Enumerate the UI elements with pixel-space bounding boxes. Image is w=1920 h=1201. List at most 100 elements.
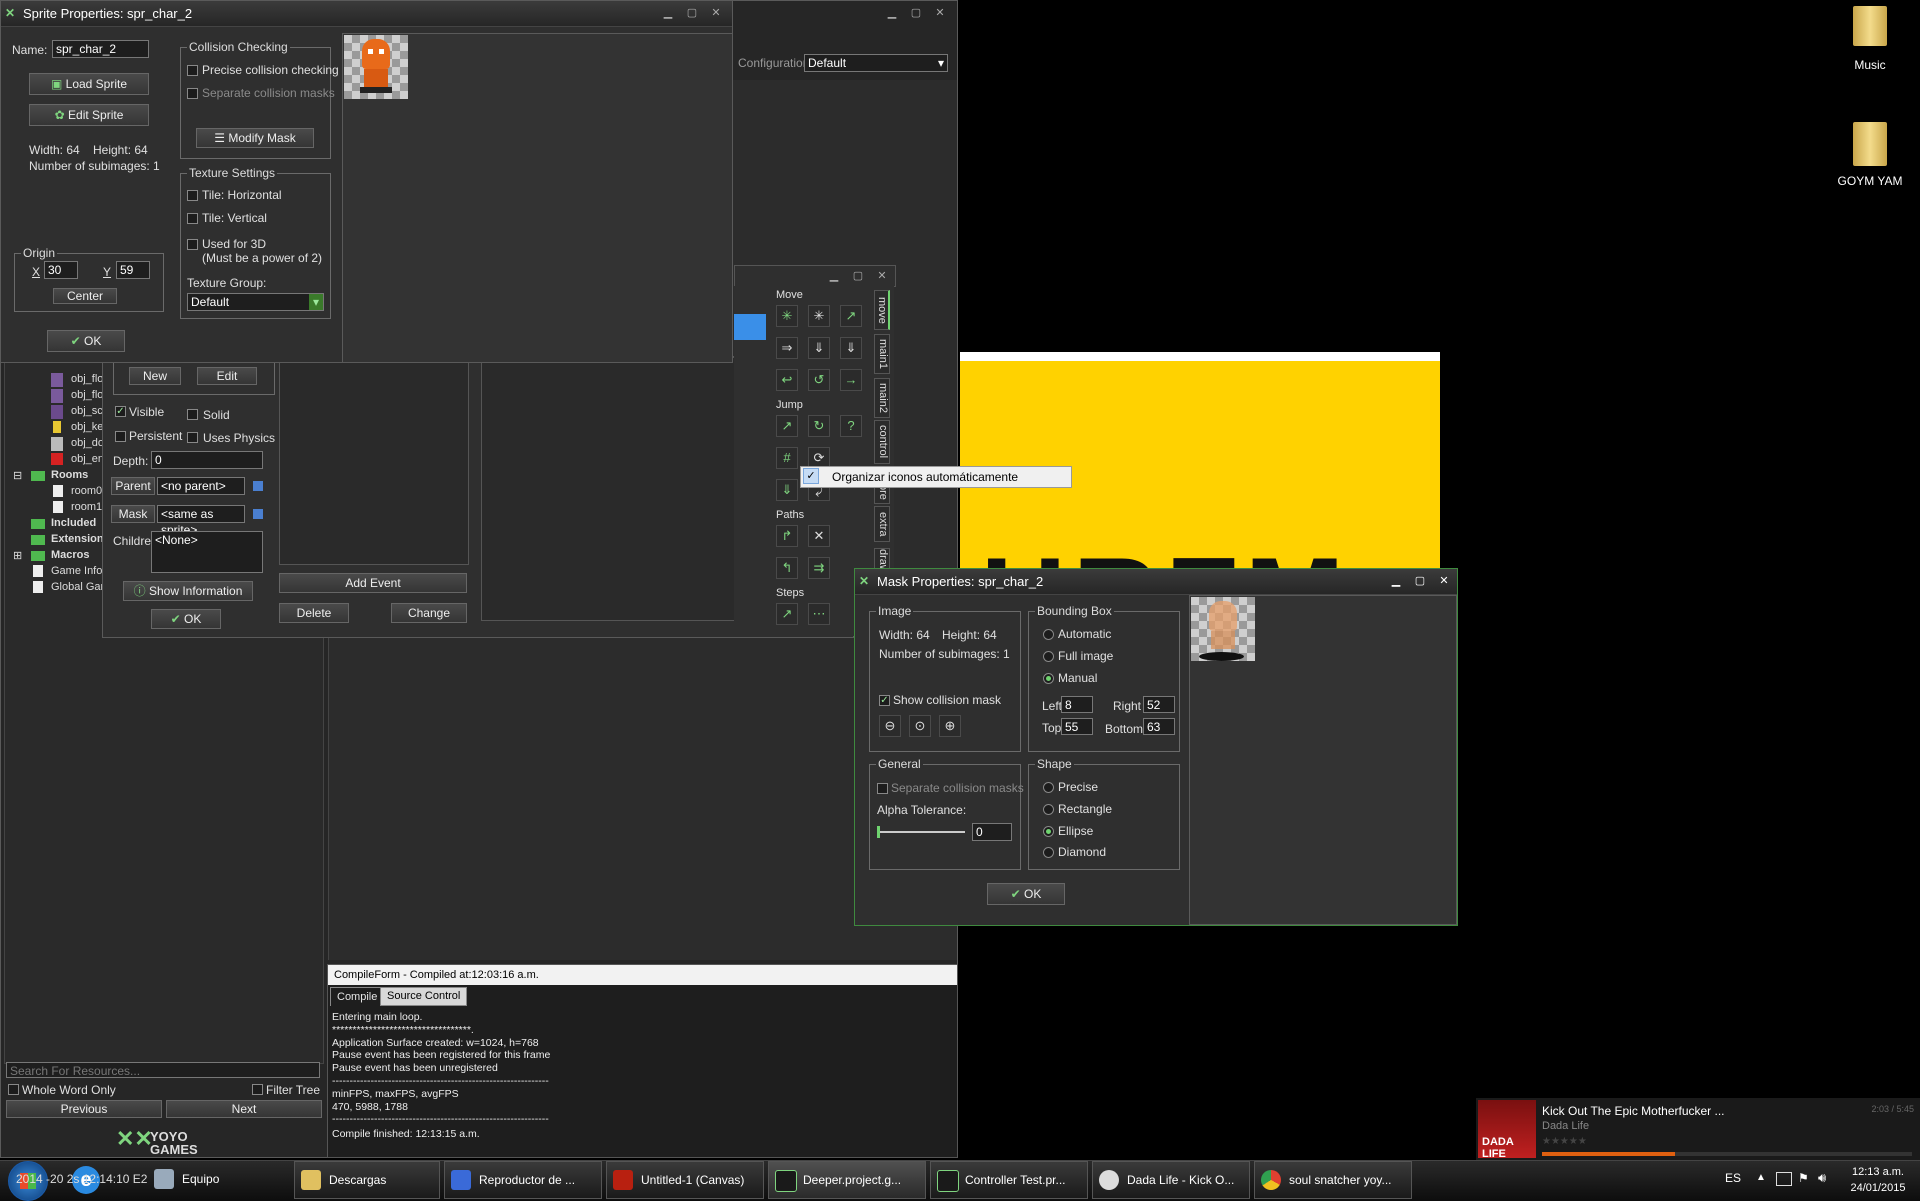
step-avoid-icon[interactable]: ⋯ [808, 603, 830, 625]
ok-button[interactable]: ✔ OK [47, 330, 125, 352]
task-descargas[interactable]: Descargas [294, 1161, 440, 1199]
top-input[interactable]: 55 [1061, 718, 1093, 735]
full-image-radio[interactable] [1043, 651, 1054, 662]
change-event-button[interactable]: Change [391, 603, 467, 623]
tree-item[interactable]: obj_flo [71, 373, 103, 385]
close-icon[interactable]: ✕ [709, 7, 723, 19]
tree-item[interactable]: obj_en [71, 453, 104, 465]
tab-main2[interactable]: main2 [874, 378, 890, 418]
mask-input[interactable]: <same as sprite> [157, 505, 245, 537]
jump-start-icon[interactable]: ↻ [808, 415, 830, 437]
origin-x-input[interactable]: 30 [44, 261, 78, 279]
minimize-icon[interactable]: ▁ [827, 270, 841, 282]
close-icon[interactable]: ✕ [875, 270, 889, 282]
used-3d-checkbox[interactable] [187, 239, 198, 250]
tree-item[interactable]: obj_ke [71, 421, 103, 433]
rectangle-radio[interactable] [1043, 804, 1054, 815]
tab-control[interactable]: control [874, 420, 890, 464]
alpha-slider[interactable] [877, 826, 965, 838]
flag-icon[interactable]: ⚑ [1798, 1171, 1809, 1185]
close-icon[interactable]: ✕ [933, 7, 947, 19]
task-deeper-project[interactable]: Deeper.project.g... [768, 1161, 926, 1199]
rating-stars[interactable]: ★★★★★ [1542, 1136, 1587, 1147]
volume-icon[interactable]: 🔊︎ [1818, 1170, 1826, 1186]
speed-h-icon[interactable]: ⇒ [776, 337, 798, 359]
clock-date[interactable]: 24/01/2015 [1840, 1182, 1916, 1194]
desktop-icon-music[interactable]: Music [1835, 6, 1905, 76]
task-reproductor[interactable]: Reproductor de ... [444, 1161, 602, 1199]
tree-folder-macros[interactable]: Macros [51, 549, 90, 561]
jump-position-icon[interactable]: ↗ [776, 415, 798, 437]
jump-random-icon[interactable]: ? [840, 415, 862, 437]
tree-item-global-game[interactable]: Global Gar [51, 581, 104, 593]
gravity-icon[interactable]: ⇓ [840, 337, 862, 359]
tab-move[interactable]: move [874, 290, 890, 330]
snap-grid-icon[interactable]: # [776, 447, 798, 469]
tree-folder-included[interactable]: Included [51, 517, 96, 529]
next-button[interactable]: Next [166, 1100, 322, 1118]
maximize-icon[interactable]: ▢ [1413, 575, 1427, 587]
config-select[interactable]: Default ▾ [804, 54, 948, 72]
texture-group-select[interactable]: Default ▾ [187, 293, 324, 311]
progress-track[interactable] [1542, 1152, 1912, 1156]
tree-item[interactable]: obj_sc [71, 405, 103, 417]
close-icon[interactable]: ✕ [1437, 575, 1451, 587]
clock-time[interactable]: 12:13 a.m. [1840, 1166, 1916, 1178]
origin-y-input[interactable]: 59 [116, 261, 150, 279]
move-contact-icon[interactable]: ⇓ [776, 479, 798, 501]
move-free-icon[interactable]: ✳ [808, 305, 830, 327]
modify-mask-button[interactable]: ☰ Modify Mask [196, 128, 314, 148]
ok-button[interactable]: ✔ OK [151, 609, 221, 629]
task-dada-life[interactable]: Dada Life - Kick O... [1092, 1161, 1250, 1199]
reverse-v-icon[interactable]: ↺ [808, 369, 830, 391]
path-position-icon[interactable]: ↰ [776, 557, 798, 579]
actions-list[interactable] [481, 357, 771, 621]
alpha-input[interactable]: 0 [972, 823, 1012, 841]
solid-checkbox[interactable] [187, 409, 198, 420]
tab-extra[interactable]: extra [874, 506, 890, 542]
maximize-icon[interactable]: ▢ [909, 7, 923, 19]
depth-input[interactable]: 0 [151, 451, 263, 469]
load-sprite-button[interactable]: ▣ Load Sprite [29, 73, 149, 95]
friction-icon[interactable]: → [840, 369, 862, 391]
separate-masks-checkbox[interactable] [187, 88, 198, 99]
mask-button[interactable]: Mask [111, 505, 155, 523]
ok-button[interactable]: ✔ OK [987, 883, 1065, 905]
left-input[interactable]: 8 [1061, 696, 1093, 713]
maximize-icon[interactable]: ▢ [851, 270, 865, 282]
minimize-icon[interactable]: ▁ [1389, 575, 1403, 587]
alpha-slider-thumb[interactable] [877, 826, 880, 838]
tree-item-room[interactable]: room1 [71, 501, 102, 513]
task-flash[interactable]: Untitled-1 (Canvas) [606, 1161, 764, 1199]
move-towards-icon[interactable]: ↗ [840, 305, 862, 327]
menu-icon[interactable] [253, 509, 263, 519]
tile-v-checkbox[interactable] [187, 213, 198, 224]
previous-button[interactable]: Previous [6, 1100, 162, 1118]
tree-item[interactable]: obj_flo [71, 389, 103, 401]
edit-sprite-button[interactable]: Edit [197, 367, 257, 385]
edit-sprite-button[interactable]: ✿ Edit Sprite [29, 104, 149, 126]
search-input[interactable]: Search For Resources... [6, 1062, 320, 1078]
task-equipo[interactable]: Equipo [148, 1161, 290, 1199]
events-list[interactable] [279, 357, 469, 565]
tree-expander-icon[interactable]: ⊞ [13, 549, 22, 562]
reverse-h-icon[interactable]: ↩ [776, 369, 798, 391]
whole-word-checkbox[interactable] [8, 1084, 19, 1095]
speed-v-icon[interactable]: ⇓ [808, 337, 830, 359]
bottom-input[interactable]: 63 [1143, 718, 1175, 735]
tree-folder-extensions[interactable]: Extension [51, 533, 104, 545]
ellipse-radio[interactable] [1043, 826, 1054, 837]
network-icon[interactable] [1776, 1172, 1792, 1186]
name-input[interactable]: spr_char_2 [52, 40, 149, 58]
tree-expander-icon[interactable]: ⊟ [13, 469, 22, 482]
delete-event-button[interactable]: Delete [279, 603, 349, 623]
precise-radio[interactable] [1043, 782, 1054, 793]
task-chrome[interactable]: soul snatcher yoy... [1254, 1161, 1412, 1199]
diamond-radio[interactable] [1043, 847, 1054, 858]
end-path-icon[interactable]: ✕ [808, 525, 830, 547]
tray-expand-icon[interactable]: ▲ [1756, 1172, 1766, 1183]
show-mask-checkbox[interactable]: ✓ [879, 695, 890, 706]
parent-button[interactable]: Parent [111, 477, 155, 495]
uses-physics-checkbox[interactable] [187, 432, 198, 443]
menu-icon[interactable] [253, 481, 263, 491]
